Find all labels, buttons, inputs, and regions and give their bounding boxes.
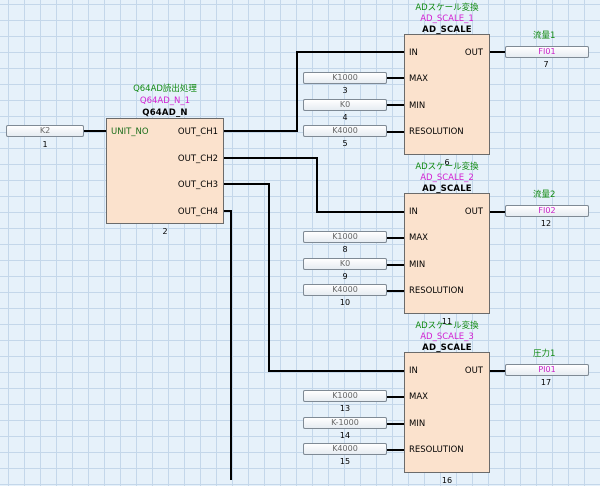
reader-function-block[interactable]: UNIT_NO OUT_CH1 OUT_CH2 OUT_CH3 OUT_CH4 xyxy=(106,118,224,224)
reader-block-title: Q64AD読出処理 xyxy=(133,84,197,94)
var-resolution[interactable]: K4000 xyxy=(303,284,387,296)
scale-function-block[interactable]: IN MAX MIN RESOLUTION OUT xyxy=(404,352,490,473)
var-min[interactable]: K0 xyxy=(303,258,387,270)
pin-out-ch4[interactable]: OUT_CH4 xyxy=(178,207,218,217)
pin-max[interactable]: MAX xyxy=(409,233,428,243)
wire-ch2[interactable] xyxy=(222,157,318,159)
var-output[interactable]: FI02 xyxy=(505,205,589,217)
wire-unit-no[interactable] xyxy=(82,130,108,132)
scale-block-instance[interactable]: AD_SCALE_3 xyxy=(394,332,500,342)
reader-block-type: Q64AD_N xyxy=(142,108,188,118)
scale-block-instance[interactable]: AD_SCALE_2 xyxy=(394,173,500,183)
var-output[interactable]: FI01 xyxy=(505,46,589,58)
output-label: 圧力1 xyxy=(533,349,556,359)
pin-min[interactable]: MIN xyxy=(409,260,425,270)
pin-in[interactable]: IN xyxy=(409,366,418,376)
pin-max[interactable]: MAX xyxy=(409,74,428,84)
pin-out[interactable]: OUT xyxy=(465,207,483,217)
var-unit-no-k2[interactable]: K2 xyxy=(6,125,84,137)
fbd-canvas[interactable]: Q64AD読出処理 Q64AD_N_1 Q64AD_N UNIT_NO OUT_… xyxy=(0,0,600,485)
var-max[interactable]: K1000 xyxy=(303,231,387,243)
pin-unit-no[interactable]: UNIT_NO xyxy=(111,127,149,137)
reader-block-number: 2 xyxy=(162,227,168,236)
var-max[interactable]: K1000 xyxy=(303,390,387,402)
var-resolution[interactable]: K4000 xyxy=(303,125,387,137)
var-min-number: 4 xyxy=(342,113,348,122)
var-output-number: 7 xyxy=(543,60,549,69)
pin-out-ch3[interactable]: OUT_CH3 xyxy=(178,180,218,190)
wire-ch3[interactable] xyxy=(222,183,270,185)
pin-out[interactable]: OUT xyxy=(465,48,483,58)
var-output-number: 12 xyxy=(540,219,552,228)
pin-resolution[interactable]: RESOLUTION xyxy=(409,445,464,455)
pin-out-ch1[interactable]: OUT_CH1 xyxy=(178,127,218,137)
pin-out-ch2[interactable]: OUT_CH2 xyxy=(178,154,218,164)
output-label: 流量2 xyxy=(533,190,556,200)
reader-block-instance[interactable]: Q64AD_N_1 xyxy=(108,96,222,106)
wire-ch1[interactable] xyxy=(222,130,298,132)
var-min-number: 14 xyxy=(339,431,351,440)
var-unit-no-number: 1 xyxy=(42,140,48,149)
pin-max[interactable]: MAX xyxy=(409,392,428,402)
scale-block-title: ADスケール変換 xyxy=(415,3,479,13)
pin-out[interactable]: OUT xyxy=(465,366,483,376)
pin-min[interactable]: MIN xyxy=(409,419,425,429)
scale-block-instance[interactable]: AD_SCALE_1 xyxy=(394,14,500,24)
pin-resolution[interactable]: RESOLUTION xyxy=(409,286,464,296)
scale-function-block[interactable]: IN MAX MIN RESOLUTION OUT xyxy=(404,34,490,155)
var-max[interactable]: K1000 xyxy=(303,72,387,84)
var-resolution[interactable]: K4000 xyxy=(303,443,387,455)
var-min-number: 9 xyxy=(342,272,348,281)
output-label: 流量1 xyxy=(533,31,556,41)
var-max-number: 13 xyxy=(339,404,351,413)
scale-function-block[interactable]: IN MAX MIN RESOLUTION OUT xyxy=(404,193,490,314)
var-resolution-number: 10 xyxy=(339,298,351,307)
var-resolution-number: 5 xyxy=(342,139,348,148)
var-max-number: 3 xyxy=(342,86,348,95)
scale-block-number: 16 xyxy=(441,476,453,485)
var-resolution-number: 15 xyxy=(339,457,351,466)
var-output[interactable]: PI01 xyxy=(505,364,589,376)
scale-block-title: ADスケール変換 xyxy=(415,321,479,331)
pin-resolution[interactable]: RESOLUTION xyxy=(409,127,464,137)
pin-min[interactable]: MIN xyxy=(409,101,425,111)
pin-in[interactable]: IN xyxy=(409,207,418,217)
var-output-number: 17 xyxy=(540,378,552,387)
var-max-number: 8 xyxy=(342,245,348,254)
var-min[interactable]: K0 xyxy=(303,99,387,111)
var-min[interactable]: K-1000 xyxy=(303,417,387,429)
scale-block-title: ADスケール変換 xyxy=(415,162,479,172)
pin-in[interactable]: IN xyxy=(409,48,418,58)
